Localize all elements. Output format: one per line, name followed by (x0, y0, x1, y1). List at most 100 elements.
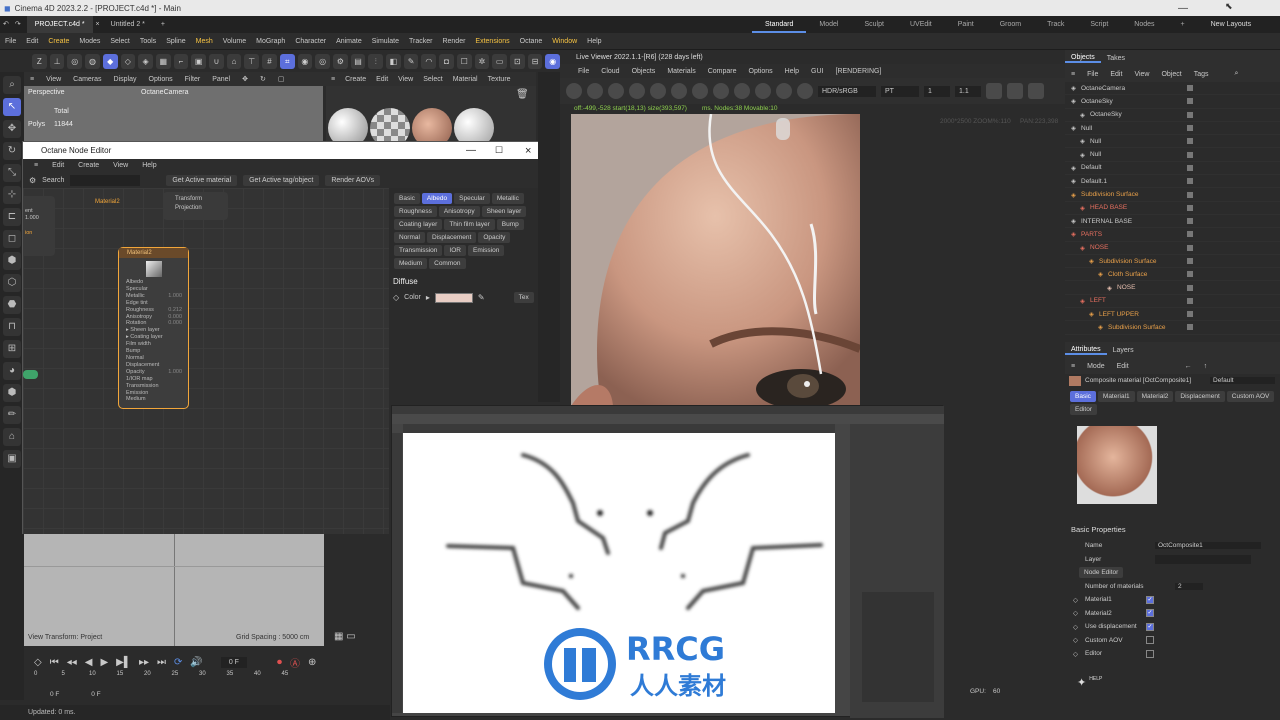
render-picture-icon[interactable]: ▤ (350, 53, 366, 69)
lv-menu-file[interactable]: File (572, 68, 595, 75)
vp-menu-view[interactable]: View (40, 76, 67, 83)
layer-field[interactable] (1155, 554, 1251, 564)
octane-settings-icon[interactable]: ⊟ (527, 53, 543, 69)
object-row[interactable]: ◈ Cloth Surface (1065, 268, 1280, 282)
material-node-param[interactable]: ▸ Coating layer (119, 334, 188, 341)
property-tab[interactable]: Medium (394, 258, 428, 269)
property-tab[interactable]: Thin film layer (444, 219, 495, 230)
layout-standard[interactable]: Standard (752, 16, 807, 33)
viewport-menu-icon[interactable]: ≡ (24, 76, 40, 83)
attribute-subtab[interactable]: Editor (1070, 403, 1097, 415)
ne-menu-icon[interactable]: ≡ (27, 162, 45, 169)
snap-tool-icon[interactable]: ▣ (3, 450, 21, 468)
mat-menu-view[interactable]: View (393, 76, 418, 83)
object-row[interactable]: ◈ NOSE (1065, 242, 1280, 255)
lv-gear-icon[interactable] (566, 83, 582, 99)
lv-region-icon[interactable] (734, 83, 750, 99)
menu-extensions[interactable]: Extensions (470, 38, 514, 45)
tag-icon[interactable]: ⊡ (509, 53, 525, 69)
vp-menu-panel[interactable]: Panel (206, 76, 236, 83)
material-node-param[interactable]: Anisotropy 0.000 (119, 314, 188, 321)
lv-sphere-icon[interactable] (692, 83, 708, 99)
snap-grid-icon[interactable]: ⌗ (279, 53, 295, 69)
lv-camera-icon[interactable] (1028, 83, 1044, 99)
axis-icon[interactable]: ⊤ (244, 53, 260, 69)
axis-tool-icon[interactable]: ⊏ (3, 208, 21, 226)
attribute-subtab[interactable]: Material2 (1136, 390, 1174, 402)
cage-tool-icon[interactable]: ⊞ (3, 340, 21, 358)
property-tab[interactable]: Bump (496, 219, 524, 230)
lv-menu-gui[interactable]: GUI (805, 68, 829, 75)
tab-takes[interactable]: Takes (1101, 55, 1131, 62)
menu-create[interactable]: Create (43, 38, 74, 45)
grid-icon[interactable]: # (262, 53, 277, 69)
material-node-param[interactable]: Emission (119, 390, 188, 397)
render-mode-dropdown[interactable]: PT (881, 85, 919, 97)
name-field[interactable]: OctComposite1 (1155, 542, 1261, 550)
layout-model[interactable]: Model (806, 16, 851, 33)
object-row[interactable]: ◈ Default (1065, 162, 1280, 176)
rotate-tool-icon[interactable]: ↻ (3, 142, 21, 160)
menu-spline[interactable]: Spline (161, 38, 190, 45)
property-tab[interactable]: Emission (467, 245, 505, 256)
trash-icon[interactable]: 🗑 (516, 89, 529, 100)
mat-menu-select[interactable]: Select (418, 76, 447, 83)
lv-menu-options[interactable]: Options (743, 68, 779, 75)
autokey-icon[interactable]: Ⓐ (290, 655, 300, 670)
timeline-viewport[interactable]: View Transform: Project Grid Spacing : 5… (24, 534, 324, 646)
menu-animate[interactable]: Animate (331, 38, 367, 45)
menu-help[interactable]: Help (582, 38, 606, 45)
field-icon[interactable]: ☐ (456, 53, 472, 69)
next-key-icon[interactable]: ▸▸ (139, 657, 149, 668)
perspective-viewport[interactable]: Perspective OctaneCamera Total Polys 118… (24, 86, 323, 144)
visibility-dot-icon[interactable] (1187, 284, 1193, 291)
bridge-tool-icon[interactable]: ⊓ (3, 318, 21, 336)
object-row[interactable]: ◈ Subdivision Surface (1065, 188, 1280, 202)
menu-volume[interactable]: Volume (218, 38, 251, 45)
render-settings-icon[interactable]: ⚙ (332, 53, 348, 69)
vp-rotate-icon[interactable]: ↻ (254, 75, 272, 83)
material-node-param[interactable]: Specular (119, 286, 188, 293)
tab-layers[interactable]: Layers (1107, 347, 1140, 354)
menu-mograph[interactable]: MoGraph (251, 38, 290, 45)
tab-objects[interactable]: Objects (1065, 54, 1101, 63)
edge-mode-icon[interactable]: ◇ (120, 53, 136, 69)
vp-layout-icon[interactable]: ▢ (272, 75, 291, 83)
attribute-subtab[interactable]: Basic (1070, 390, 1096, 402)
menu-file[interactable]: File (0, 38, 21, 45)
menu-window[interactable]: Window (547, 38, 582, 45)
object-tool-icon[interactable]: ◻ (3, 230, 21, 248)
keyframe-icon[interactable]: ◇ (1073, 623, 1078, 631)
key-icon[interactable]: ⊕ (308, 657, 316, 668)
property-tab[interactable]: Sheen layer (481, 206, 527, 217)
lv-menu-objects[interactable]: Objects (626, 68, 662, 75)
layout-script[interactable]: Script (1077, 16, 1121, 33)
get-active-tag-button[interactable]: Get Active tag/object (243, 174, 320, 186)
visibility-dot-icon[interactable] (1187, 311, 1193, 318)
generator-icon[interactable]: ◘ (439, 53, 454, 69)
lv-dark-sphere-icon[interactable] (713, 83, 729, 99)
layout-track[interactable]: Track (1034, 16, 1077, 33)
preset-dropdown[interactable]: Default (1210, 377, 1275, 385)
point-mode-icon[interactable]: ◆ (102, 53, 118, 69)
camera-icon[interactable]: ▭ (492, 53, 507, 69)
visibility-dot-icon[interactable] (1187, 297, 1193, 304)
menu-character[interactable]: Character (290, 38, 331, 45)
ne-menu-edit[interactable]: Edit (45, 162, 71, 169)
texture-mode-icon[interactable]: ◍ (85, 53, 100, 69)
visibility-dot-icon[interactable] (1187, 258, 1193, 264)
solo-icon[interactable]: ▣ (191, 53, 207, 69)
object-row[interactable]: ◈ Null (1065, 135, 1280, 149)
checkbox[interactable] (1146, 636, 1154, 645)
visibility-dot-icon[interactable] (1187, 138, 1193, 145)
material-node-param[interactable]: Normal (119, 355, 188, 362)
attribute-subtab[interactable]: Custom AOV (1226, 390, 1275, 402)
visibility-dot-icon[interactable] (1187, 324, 1193, 331)
object-row[interactable]: ◈ PARTS (1065, 228, 1280, 242)
snap-icon[interactable]: ⌐ (173, 53, 189, 69)
end-frame[interactable]: 0 F (91, 691, 100, 698)
lv-hex-icon[interactable] (986, 83, 1002, 99)
move-tool-icon[interactable]: ✥ (3, 120, 21, 138)
left-node[interactable]: ent 1.000 ion (23, 196, 55, 256)
cube-icon[interactable]: ◧ (386, 53, 401, 69)
